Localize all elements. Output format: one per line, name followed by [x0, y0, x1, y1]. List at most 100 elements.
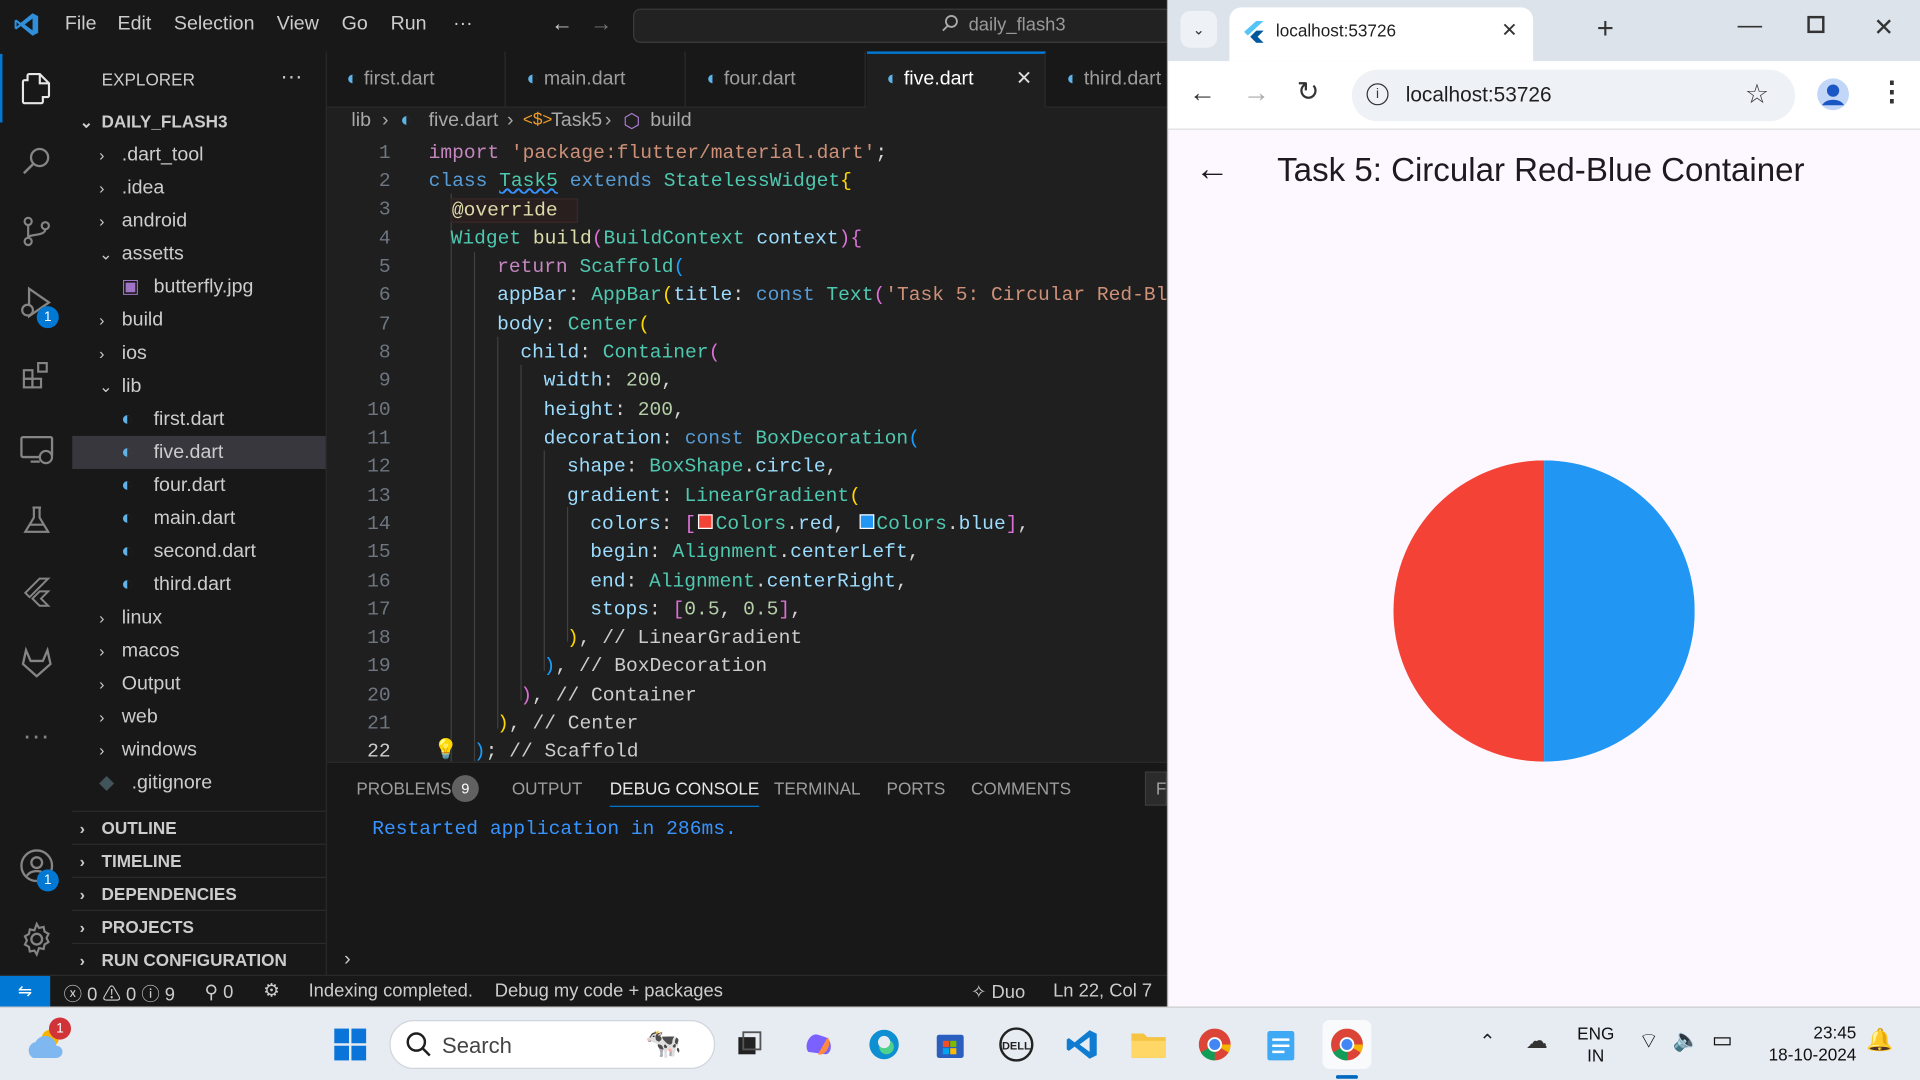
tab-first-dart[interactable]: ◐ first.dart [327, 51, 506, 108]
tree-item-build[interactable]: › build [72, 304, 325, 337]
menu-more[interactable]: ··· [453, 13, 473, 35]
tree-item-output[interactable]: › Output [72, 667, 325, 700]
microsoft-store-icon[interactable] [926, 1020, 975, 1069]
tree-item-android[interactable]: › android [72, 204, 325, 237]
workspace-root[interactable]: ⌄ DAILY_FLASH3 [72, 105, 325, 138]
chrome-active-icon[interactable] [1322, 1020, 1372, 1069]
cursor-position[interactable]: Ln 22, Col 7 [1053, 981, 1152, 1002]
debug-mode-status[interactable]: Debug my code + packages [495, 981, 723, 1002]
browser-tab-active[interactable]: localhost:53726 ✕ [1229, 7, 1534, 62]
explorer-icon[interactable] [0, 54, 72, 125]
color-swatch-blue[interactable] [859, 514, 874, 529]
menu-view[interactable]: View [277, 13, 319, 35]
file-explorer-icon[interactable] [1124, 1020, 1173, 1069]
section-dependencies[interactable]: › DEPENDENCIES [72, 876, 326, 910]
browser-forward-icon[interactable]: → [1243, 77, 1270, 109]
tab-four-dart[interactable]: ◐ four.dart [687, 51, 866, 108]
tree-item-dart-tool[interactable]: › .dart_tool [72, 138, 325, 171]
tree-item-four-dart[interactable]: ◐ four.dart [72, 469, 325, 502]
site-info-icon[interactable]: i [1366, 83, 1389, 106]
tree-item-gitignore[interactable]: ◆ .gitignore [72, 767, 325, 800]
breadcrumb-method[interactable]: build [650, 110, 691, 132]
taskbar-search-box[interactable]: Search 🐄 [389, 1020, 716, 1069]
tree-item-main-dart[interactable]: ◐ main.dart [72, 502, 325, 535]
ports-status[interactable]: ⚲ 0 [204, 981, 233, 1003]
gitlab-icon[interactable] [0, 627, 72, 698]
tree-item-idea[interactable]: › .idea [72, 171, 325, 204]
task-view-icon[interactable] [725, 1020, 774, 1069]
code-editor[interactable]: 1 2 3 4 5 6 7 8 9 10 11 12 13 14 15 16 1… [326, 137, 1179, 763]
source-control-icon[interactable] [0, 196, 72, 267]
nav-forward-icon[interactable]: → [590, 11, 612, 37]
chrome-icon[interactable] [1190, 1020, 1239, 1069]
tab-five-dart[interactable]: ◐ five.dart ✕ [866, 51, 1046, 108]
breadcrumb-file[interactable]: five.dart [429, 110, 499, 132]
explorer-more-button[interactable]: ··· [280, 64, 302, 90]
address-bar[interactable]: i localhost:53726 ☆ [1351, 69, 1796, 122]
vscode-logo-icon[interactable] [13, 11, 40, 44]
menu-go[interactable]: Go [342, 13, 368, 35]
minimize-icon[interactable]: — [1738, 12, 1762, 40]
tab-search-chevron-icon[interactable]: ⌄ [1180, 11, 1218, 48]
testing-icon[interactable] [0, 485, 72, 556]
command-center[interactable]: daily_flash3 [633, 8, 1172, 43]
tree-item-web[interactable]: › web [72, 700, 325, 733]
clock[interactable]: 23:45 18-10-2024 [1751, 1021, 1857, 1065]
close-tab-icon[interactable]: ✕ [1016, 54, 1032, 105]
remote-indicator-icon[interactable]: ⇋ [0, 975, 51, 1008]
weather-widget-icon[interactable]: 1 [22, 1017, 72, 1069]
section-projects[interactable]: › PROJECTS [72, 909, 326, 943]
profile-avatar-icon[interactable] [1817, 78, 1849, 111]
tab-comments[interactable]: COMMENTS [971, 779, 1071, 799]
browser-menu-icon[interactable]: ⋮ [1878, 76, 1905, 108]
browser-back-icon[interactable]: ← [1189, 77, 1216, 109]
tree-item-third-dart[interactable]: ◐ third.dart [72, 568, 325, 601]
section-outline[interactable]: › OUTLINE [72, 810, 326, 844]
tree-item-windows[interactable]: › windows [72, 733, 325, 766]
tab-terminal[interactable]: TERMINAL [774, 779, 861, 799]
remote-explorer-icon[interactable] [0, 414, 72, 485]
copilot-icon[interactable] [793, 1020, 842, 1069]
tab-output[interactable]: OUTPUT [512, 779, 582, 799]
problems-status[interactable]: ⓧ 0 ⚠ 0 ⓘ 9 [64, 981, 175, 1007]
tree-item-first-dart[interactable]: ◐ first.dart [72, 403, 325, 436]
search-view-icon[interactable] [0, 125, 72, 196]
console-input-chevron-icon[interactable]: › [344, 949, 351, 971]
tree-item-lib[interactable]: ⌄ lib [72, 370, 325, 403]
color-swatch-red[interactable] [698, 514, 714, 529]
tree-item-macos[interactable]: › macos [72, 634, 325, 667]
notification-bell-icon[interactable]: 🔔 [1866, 1027, 1893, 1053]
tab-debug-console[interactable]: DEBUG CONSOLE [609, 779, 760, 807]
tab-third-dart[interactable]: ◐ third.dart [1047, 51, 1167, 107]
vscode-taskbar-icon[interactable] [1058, 1020, 1107, 1069]
onedrive-error-icon[interactable]: ☁ [1526, 1029, 1548, 1055]
duo-status[interactable]: ✧ Duo [971, 981, 1025, 1003]
start-button-icon[interactable] [326, 1020, 375, 1069]
window-close-icon[interactable]: ✕ [1873, 12, 1894, 43]
tree-item-ios[interactable]: › ios [72, 337, 325, 370]
menu-edit[interactable]: Edit [118, 13, 152, 35]
menu-file[interactable]: File [65, 13, 97, 35]
more-views-icon[interactable]: ··· [0, 700, 72, 771]
close-tab-icon[interactable]: ✕ [1501, 18, 1517, 42]
extensions-icon[interactable] [0, 340, 72, 411]
tab-problems[interactable]: PROBLEMS [356, 779, 451, 799]
notepad-icon[interactable] [1256, 1020, 1305, 1069]
tree-item-butterfly-jpg[interactable]: ▣ butterfly.jpg [72, 271, 325, 304]
volume-icon[interactable]: 🔈 [1673, 1027, 1700, 1053]
maximize-icon[interactable] [1807, 15, 1825, 34]
panel-filter-button[interactable]: F [1144, 771, 1167, 806]
menu-selection[interactable]: Selection [174, 13, 255, 35]
tree-item-second-dart[interactable]: ◐ second.dart [72, 535, 325, 568]
reload-icon[interactable]: ↻ [1297, 76, 1320, 108]
nav-back-icon[interactable]: ← [551, 11, 573, 37]
debug-status-icon[interactable]: ⚙ [263, 980, 279, 1002]
dell-icon[interactable]: DELL [992, 1020, 1041, 1069]
run-debug-icon[interactable]: 1 [0, 267, 72, 338]
battery-icon[interactable]: ▭ [1712, 1027, 1733, 1053]
language-indicator[interactable]: ENG IN [1577, 1022, 1614, 1066]
menu-run[interactable]: Run [391, 13, 427, 35]
edge-icon[interactable] [860, 1020, 909, 1069]
show-hidden-icons-icon[interactable]: ⌃ [1479, 1030, 1495, 1054]
tab-main-dart[interactable]: ◐ main.dart [507, 51, 686, 108]
